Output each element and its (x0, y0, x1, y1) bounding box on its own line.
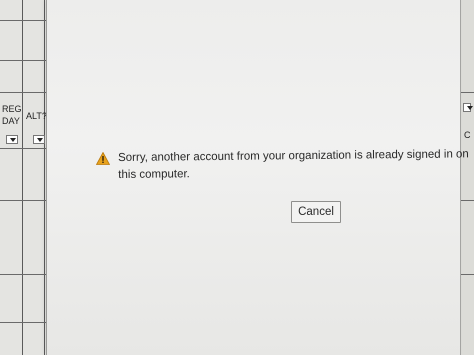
filter-dropdown-button[interactable] (33, 135, 45, 144)
grid-line (44, 0, 45, 355)
cancel-button[interactable]: Cancel (291, 201, 341, 223)
filter-dropdown-button[interactable] (6, 135, 18, 144)
grid-line (22, 0, 23, 355)
column-header-day: DAY (2, 116, 20, 126)
error-message: Sorry, another account from your organiz… (118, 148, 469, 181)
column-header-c: C (464, 130, 471, 140)
column-header-alt: ALT? (26, 111, 47, 121)
warning-icon (96, 152, 110, 165)
filter-dropdown-button[interactable] (463, 103, 473, 112)
column-header-reg: REG (2, 104, 22, 114)
sign-in-error-dialog: Sorry, another account from your organiz… (46, 0, 469, 355)
